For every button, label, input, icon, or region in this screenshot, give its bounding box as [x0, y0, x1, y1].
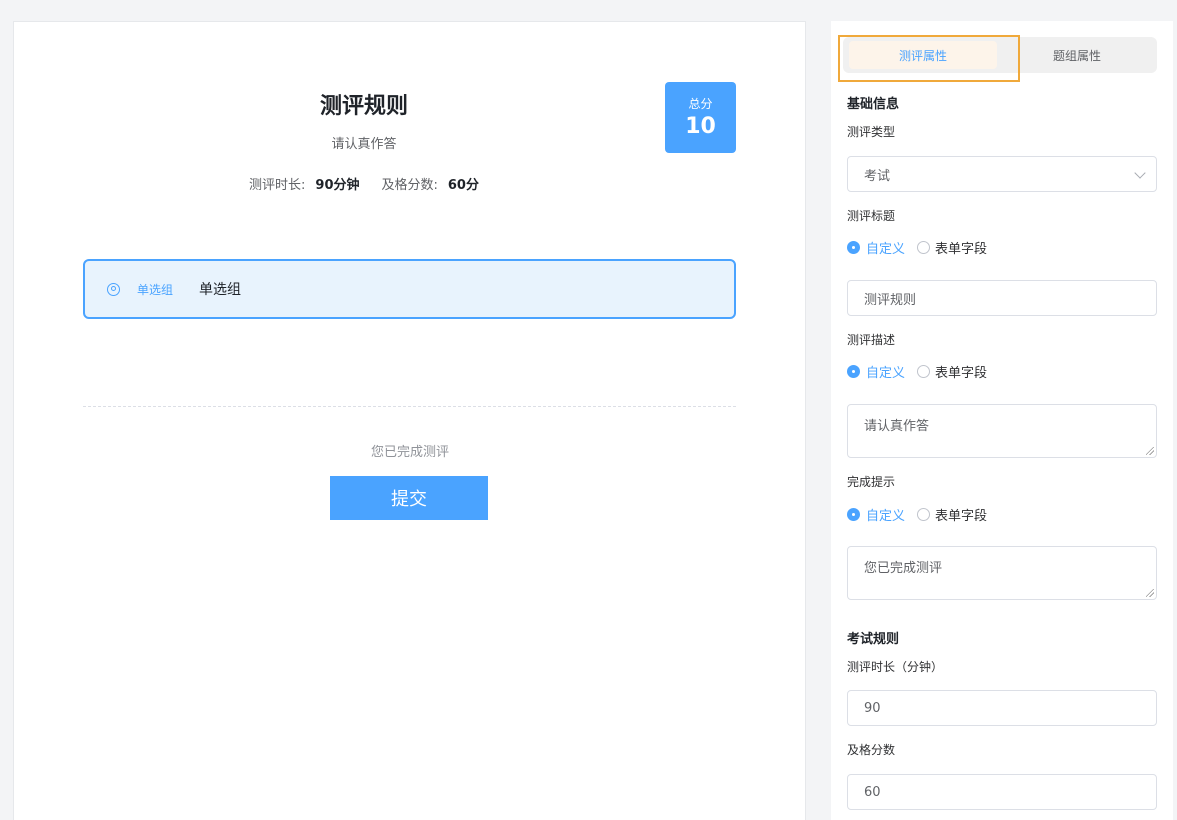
- exam-rules-title: 考试规则: [847, 632, 900, 647]
- complete-textarea[interactable]: 您已完成测评: [847, 546, 1157, 600]
- divider: [83, 406, 736, 407]
- complete-message: 您已完成测评: [370, 445, 449, 460]
- properties-panel: 测评属性 题组属性 基础信息 测评类型 考试 测评标题 自定义 表单字段 测评规…: [831, 21, 1173, 820]
- basic-info-title: 基础信息: [847, 97, 900, 112]
- complete-source-radio-group: 自定义 表单字段: [847, 505, 987, 524]
- desc-textarea-value: 请认真作答: [864, 419, 930, 434]
- question-group-card[interactable]: 单选组 单选组: [83, 259, 736, 319]
- title-custom-radio[interactable]: [847, 241, 860, 254]
- type-select-value: 考试: [864, 168, 891, 184]
- complete-form-field-radio[interactable]: [917, 508, 931, 521]
- desc-textarea[interactable]: 请认真作答: [847, 404, 1157, 458]
- tab-highlight-frame: [838, 35, 1020, 82]
- complete-custom-label[interactable]: 自定义: [866, 505, 905, 524]
- type-label: 测评类型: [847, 125, 896, 139]
- title-input-value: 测评规则: [864, 292, 917, 308]
- pass-score-input[interactable]: 60: [847, 774, 1157, 810]
- pass-score-input-value: 60: [864, 784, 881, 800]
- chevron-down-icon: [1134, 167, 1146, 179]
- complete-custom-radio[interactable]: [847, 508, 860, 521]
- single-choice-icon: [107, 282, 120, 296]
- complete-textarea-value: 您已完成测评: [864, 561, 943, 576]
- preview-canvas: 测评规则 请认真作答 测评时长: 90分钟 及格分数: 60分 总分 10 单选组 单…: [13, 21, 806, 820]
- complete-label: 完成提示: [847, 475, 896, 489]
- duration-value: 90分钟: [315, 178, 360, 193]
- desc-custom-label[interactable]: 自定义: [866, 362, 905, 381]
- tab-group-properties[interactable]: 题组属性: [1003, 41, 1151, 69]
- title-form-field-radio[interactable]: [917, 241, 931, 254]
- duration-input[interactable]: 90: [847, 690, 1157, 726]
- desc-form-field-radio[interactable]: [917, 365, 931, 378]
- exam-meta: 测评时长: 90分钟 及格分数: 60分: [14, 174, 714, 193]
- group-type-tag: 单选组: [137, 282, 174, 297]
- resize-handle-icon[interactable]: [1146, 589, 1154, 597]
- total-score-badge: 总分 10: [665, 82, 736, 153]
- page-subtitle: 请认真作答: [331, 137, 397, 152]
- desc-label: 测评描述: [847, 333, 896, 347]
- title-form-field-label[interactable]: 表单字段: [935, 238, 987, 257]
- complete-form-field-label[interactable]: 表单字段: [935, 505, 987, 524]
- desc-form-field-label[interactable]: 表单字段: [935, 362, 987, 381]
- title-label: 测评标题: [847, 209, 896, 223]
- total-score-label: 总分: [688, 97, 713, 111]
- total-score-value: 10: [685, 114, 716, 139]
- page-title: 测评规则: [319, 94, 408, 119]
- title-source-radio-group: 自定义 表单字段: [847, 238, 987, 257]
- type-select[interactable]: 考试: [847, 156, 1157, 192]
- pass-label: 及格分数:: [381, 178, 438, 193]
- duration-label: 测评时长:: [249, 178, 306, 193]
- duration-input-value: 90: [864, 700, 881, 716]
- title-custom-label[interactable]: 自定义: [866, 238, 905, 257]
- title-input[interactable]: 测评规则: [847, 280, 1157, 316]
- submit-button[interactable]: 提交: [330, 476, 488, 520]
- desc-custom-radio[interactable]: [847, 365, 860, 378]
- pass-score-label: 及格分数: [847, 743, 896, 757]
- desc-source-radio-group: 自定义 表单字段: [847, 362, 987, 381]
- group-name: 单选组: [199, 282, 242, 298]
- pass-value: 60分: [447, 178, 479, 193]
- resize-handle-icon[interactable]: [1146, 447, 1154, 455]
- duration-field-label: 测评时长（分钟）: [847, 660, 944, 674]
